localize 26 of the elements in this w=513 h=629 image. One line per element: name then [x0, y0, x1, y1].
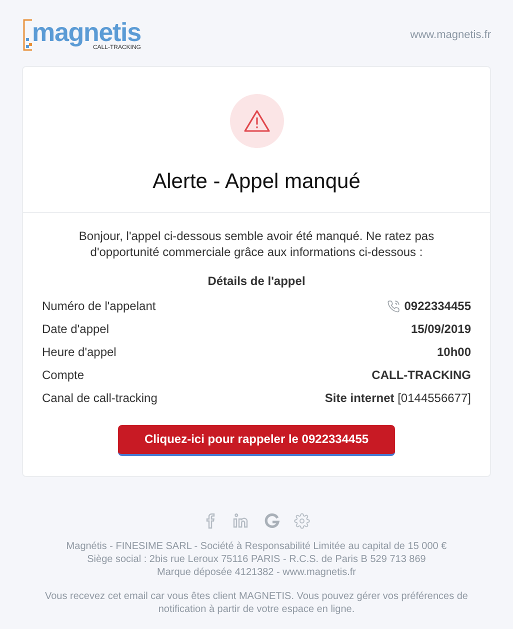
linkedin-icon[interactable]	[232, 512, 250, 528]
detail-value: 10h00	[436, 344, 471, 361]
company-info-line: Siège social : 2bis rue Leroux 75116 PARIS - R.C.S. de Paris B 529 713 869	[87, 552, 426, 566]
detail-label: Numéro de l'appelant	[42, 298, 156, 315]
detail-label: Canal de call-tracking	[42, 390, 158, 407]
alert-title: Alerte - Appel manqué	[152, 169, 360, 195]
detail-label: Compte	[42, 367, 84, 384]
detail-value: CALL-TRACKING	[372, 367, 471, 384]
callback-button[interactable]: Cliquez-ici pour rappeler le 0922334455	[118, 424, 395, 456]
phone-icon	[387, 300, 400, 312]
company-info-line: Marque déposée 4121382 - www.magnetis.fr	[156, 566, 356, 578]
detail-value: Site internet [0144556677]	[324, 390, 471, 407]
detail-value: 0922334455	[404, 298, 471, 315]
google-icon[interactable]	[264, 512, 280, 528]
company-info-line: Magnétis - FINESIME SARL - Société à Responsabilité Limitée au capital de 15 000 €	[66, 540, 447, 552]
notice-text: Vous recevez cet email car vous êtes client MAGNETIS. Vous pouvez gérer vos préférences de notification à partir de votre espace en ligne.	[44, 590, 469, 616]
facebook-icon[interactable]	[204, 512, 218, 528]
detail-value: 15/09/2019	[410, 321, 471, 338]
settings-icon[interactable]	[294, 512, 310, 528]
logo-bracket-icon	[22, 18, 34, 52]
logo-wordmark: magnetis	[32, 19, 141, 45]
intro-text: Bonjour, l'appel ci-dessous semble avoir été manqué. Ne ratez pas d'opportunité commerciale grâce aux informations ci-dessous :	[78, 228, 436, 260]
detail-label: Date d'appel	[42, 321, 110, 338]
warning-icon	[242, 109, 270, 133]
detail-label: Heure d'appel	[42, 344, 116, 361]
details-title: Détails de l'appel	[206, 272, 306, 290]
